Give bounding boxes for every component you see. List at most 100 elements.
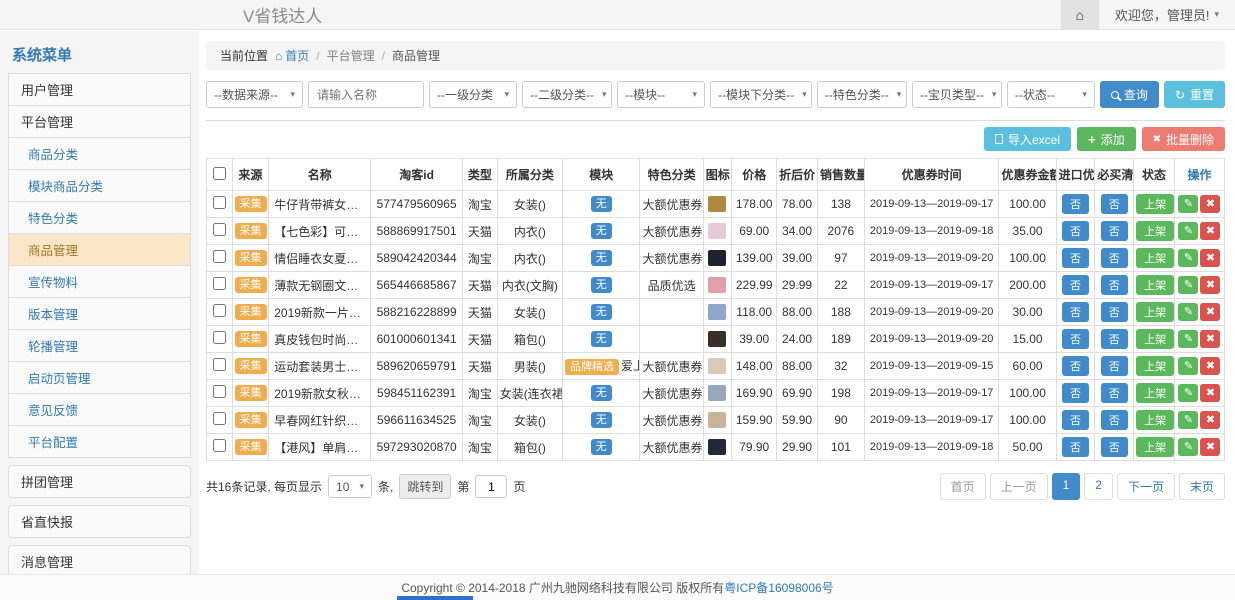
status-toggle[interactable]: 上架 xyxy=(1136,437,1174,457)
page-button[interactable]: 首页 xyxy=(940,473,986,500)
delete-button[interactable]: ✖ xyxy=(1200,249,1220,267)
page-button[interactable]: 1 xyxy=(1052,473,1081,500)
must-buy-toggle[interactable]: 否 xyxy=(1101,356,1128,376)
sidebar-item[interactable]: 版本管理 xyxy=(8,297,191,330)
delete-button[interactable]: ✖ xyxy=(1200,303,1220,321)
data-source-select[interactable]: --数据来源-- ▾ xyxy=(206,81,303,108)
edit-button[interactable]: ✎ xyxy=(1178,249,1198,267)
row-checkbox[interactable] xyxy=(213,277,226,290)
edit-button[interactable]: ✎ xyxy=(1178,357,1198,375)
import-select-toggle[interactable]: 否 xyxy=(1062,383,1089,403)
edit-button[interactable]: ✎ xyxy=(1178,330,1198,348)
edit-button[interactable]: ✎ xyxy=(1178,222,1198,240)
sidebar-item[interactable]: 意见反馈 xyxy=(8,393,191,426)
delete-button[interactable]: ✖ xyxy=(1200,195,1220,213)
status-toggle[interactable]: 上架 xyxy=(1136,302,1174,322)
home-button[interactable]: ⌂ xyxy=(1061,0,1099,29)
sidebar-item[interactable]: 平台配置 xyxy=(8,425,191,458)
must-buy-toggle[interactable]: 否 xyxy=(1101,437,1128,457)
page-button[interactable]: 2 xyxy=(1084,473,1113,500)
edit-button[interactable]: ✎ xyxy=(1178,384,1198,402)
must-buy-toggle[interactable]: 否 xyxy=(1101,302,1128,322)
delete-button[interactable]: ✖ xyxy=(1200,438,1220,456)
status-toggle[interactable]: 上架 xyxy=(1136,356,1174,376)
row-checkbox[interactable] xyxy=(213,250,226,263)
sidebar-item[interactable]: 特色分类 xyxy=(8,201,191,234)
status-toggle[interactable]: 上架 xyxy=(1136,194,1174,214)
page-button[interactable]: 下一页 xyxy=(1117,473,1175,500)
import-select-toggle[interactable]: 否 xyxy=(1062,275,1089,295)
must-buy-toggle[interactable]: 否 xyxy=(1101,329,1128,349)
delete-button[interactable]: ✖ xyxy=(1200,330,1220,348)
status-toggle[interactable]: 上架 xyxy=(1136,329,1174,349)
row-checkbox[interactable] xyxy=(213,439,226,452)
page-size-select[interactable]: 10 ▾ xyxy=(328,475,372,498)
row-checkbox[interactable] xyxy=(213,223,226,236)
import-select-toggle[interactable]: 否 xyxy=(1062,302,1089,322)
must-buy-toggle[interactable]: 否 xyxy=(1101,410,1128,430)
import-select-toggle[interactable]: 否 xyxy=(1062,356,1089,376)
jump-button[interactable]: 跳转到 xyxy=(399,474,451,499)
sidebar-item[interactable]: 省直快报 xyxy=(8,505,191,538)
must-buy-toggle[interactable]: 否 xyxy=(1101,248,1128,268)
page-button[interactable]: 末页 xyxy=(1179,473,1225,500)
edit-button[interactable]: ✎ xyxy=(1178,303,1198,321)
import-select-toggle[interactable]: 否 xyxy=(1062,248,1089,268)
sidebar-item[interactable]: 拼团管理 xyxy=(8,465,191,498)
filter-select[interactable]: --模块--▾ xyxy=(617,81,705,108)
sidebar-item[interactable]: 消息管理 xyxy=(8,545,191,574)
reset-button[interactable]: ↻ 重置 xyxy=(1164,81,1225,108)
sidebar-item[interactable]: 宣传物料 xyxy=(8,265,191,298)
filter-select[interactable]: --状态--▾ xyxy=(1007,81,1095,108)
icp-link[interactable]: 粤ICP备16098006号 xyxy=(724,579,833,596)
must-buy-toggle[interactable]: 否 xyxy=(1101,383,1128,403)
filter-select[interactable]: --一级分类▾ xyxy=(429,81,517,108)
row-checkbox[interactable] xyxy=(213,412,226,425)
delete-button[interactable]: ✖ xyxy=(1200,411,1220,429)
row-checkbox[interactable] xyxy=(213,385,226,398)
must-buy-toggle[interactable]: 否 xyxy=(1101,194,1128,214)
import-select-toggle[interactable]: 否 xyxy=(1062,329,1089,349)
must-buy-toggle[interactable]: 否 xyxy=(1101,275,1128,295)
delete-button[interactable]: ✖ xyxy=(1200,276,1220,294)
sidebar-item[interactable]: 用户管理 xyxy=(8,73,191,106)
delete-button[interactable]: ✖ xyxy=(1200,222,1220,240)
status-toggle[interactable]: 上架 xyxy=(1136,410,1174,430)
add-button[interactable]: + 添加 xyxy=(1077,127,1136,151)
edit-button[interactable]: ✎ xyxy=(1178,195,1198,213)
import-excel-button[interactable]: 导入excel xyxy=(984,127,1071,151)
user-menu[interactable]: 欢迎您，管理员! ▾ xyxy=(1099,5,1235,24)
edit-button[interactable]: ✎ xyxy=(1178,276,1198,294)
status-toggle[interactable]: 上架 xyxy=(1136,275,1174,295)
name-search-input[interactable] xyxy=(308,81,424,108)
sidebar-item[interactable]: 商品分类 xyxy=(8,137,191,170)
filter-select[interactable]: --模块下分类--▾ xyxy=(710,81,812,108)
filter-select[interactable]: --特色分类--▾ xyxy=(817,81,907,108)
row-checkbox[interactable] xyxy=(213,304,226,317)
import-select-toggle[interactable]: 否 xyxy=(1062,194,1089,214)
sidebar-item[interactable]: 商品管理 xyxy=(8,233,191,266)
breadcrumb-home-link[interactable]: ⌂首页 xyxy=(275,47,309,64)
row-checkbox[interactable] xyxy=(213,331,226,344)
filter-select[interactable]: --宝贝类型--▾ xyxy=(912,81,1002,108)
status-toggle[interactable]: 上架 xyxy=(1136,248,1174,268)
search-button[interactable]: 查询 xyxy=(1100,81,1159,108)
batch-delete-button[interactable]: ✖ 批量删除 xyxy=(1142,127,1225,151)
delete-button[interactable]: ✖ xyxy=(1200,357,1220,375)
edit-button[interactable]: ✎ xyxy=(1178,411,1198,429)
import-select-toggle[interactable]: 否 xyxy=(1062,437,1089,457)
must-buy-toggle[interactable]: 否 xyxy=(1101,221,1128,241)
status-toggle[interactable]: 上架 xyxy=(1136,221,1174,241)
import-select-toggle[interactable]: 否 xyxy=(1062,221,1089,241)
row-checkbox[interactable] xyxy=(213,358,226,371)
sidebar-item[interactable]: 平台管理 xyxy=(8,105,191,138)
import-select-toggle[interactable]: 否 xyxy=(1062,410,1089,430)
edit-button[interactable]: ✎ xyxy=(1178,438,1198,456)
sidebar-item[interactable]: 模块商品分类 xyxy=(8,169,191,202)
select-all-checkbox[interactable] xyxy=(213,167,226,180)
page-jump-input[interactable] xyxy=(475,475,507,498)
sidebar-item[interactable]: 轮播管理 xyxy=(8,329,191,362)
row-checkbox[interactable] xyxy=(213,196,226,209)
sidebar-item[interactable]: 启动页管理 xyxy=(8,361,191,394)
page-button[interactable]: 上一页 xyxy=(990,473,1048,500)
